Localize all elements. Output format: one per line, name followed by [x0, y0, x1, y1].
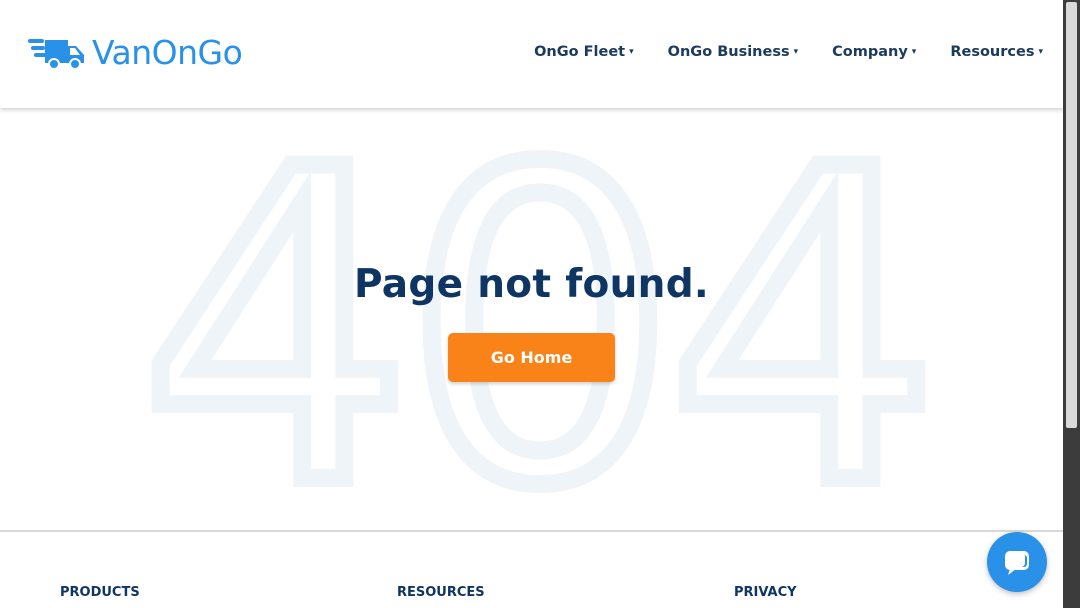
nav-item-label: Resources — [950, 44, 1035, 60]
caret-down-icon: ▾ — [793, 47, 799, 57]
chat-bubble-icon — [1005, 551, 1029, 575]
nav-item-label: OnGo Business — [667, 44, 790, 60]
footer-heading-products: PRODUCTS — [60, 585, 140, 600]
footer-heading-resources: RESOURCES — [397, 585, 485, 600]
site-header: VanOnGo OnGo Fleet ▾ OnGo Business ▾ Com… — [0, 0, 1063, 108]
nav-item-resources[interactable]: Resources ▾ — [950, 44, 1043, 60]
go-home-button[interactable]: Go Home — [448, 333, 615, 382]
nav-item-label: Company — [832, 44, 908, 60]
nav-item-label: OnGo Fleet — [534, 44, 626, 60]
brand-name: VanOnGo — [92, 33, 243, 72]
delivery-truck-icon — [28, 39, 84, 70]
nav-item-ongo-business[interactable]: OnGo Business ▾ — [668, 44, 799, 60]
site-footer: PRODUCTS RESOURCES PRIVACY — [0, 530, 1063, 608]
nav-item-ongo-fleet[interactable]: OnGo Fleet ▾ — [534, 44, 634, 60]
brand-logo[interactable]: VanOnGo — [28, 33, 243, 73]
main-nav: OnGo Fleet ▾ OnGo Business ▾ Company ▾ R… — [534, 44, 1043, 60]
page-title: Page not found. — [353, 262, 710, 307]
nav-item-company[interactable]: Company ▾ — [832, 44, 916, 60]
footer-heading-privacy: PRIVACY — [734, 585, 797, 600]
caret-down-icon: ▾ — [911, 47, 917, 57]
caret-down-icon: ▾ — [629, 47, 634, 57]
scrollbar-thumb[interactable] — [1066, 2, 1077, 428]
chat-button[interactable] — [987, 532, 1047, 592]
background-404-graphic: 404 — [131, 108, 950, 530]
not-found-section: 404 Page not found. Go Home — [0, 108, 1063, 530]
vertical-scrollbar[interactable] — [1063, 0, 1080, 608]
caret-down-icon: ▾ — [1038, 47, 1043, 57]
background-404-text: 404 — [140, 108, 931, 530]
page: VanOnGo OnGo Fleet ▾ OnGo Business ▾ Com… — [0, 0, 1063, 608]
